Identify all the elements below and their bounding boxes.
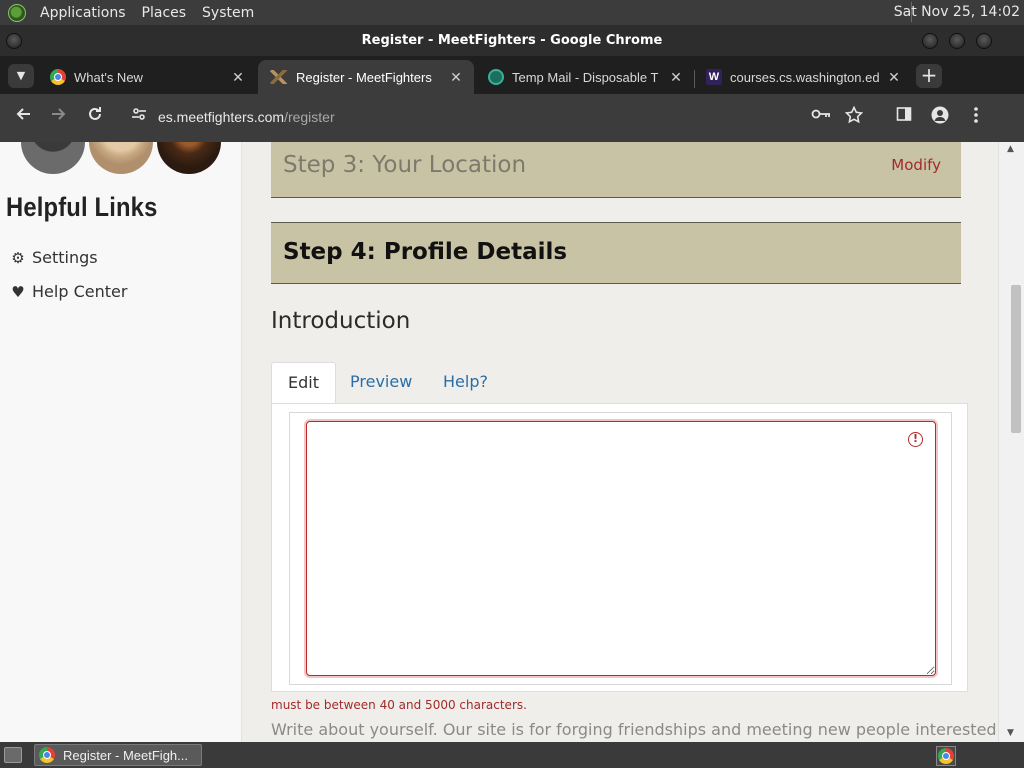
meetfighters-icon	[270, 70, 288, 84]
system-menu[interactable]: System	[194, 5, 262, 21]
error-icon: !	[908, 432, 923, 447]
arrow-right-icon	[52, 108, 66, 120]
gear-icon: ⚙	[11, 248, 25, 267]
page-viewport: Helpful Links ⚙ Settings ♥ Help Center S…	[0, 142, 998, 742]
more-vert-icon	[974, 107, 978, 123]
step-4-title: Step 4: Profile Details	[283, 239, 568, 265]
reload-button[interactable]	[84, 106, 106, 128]
introduction-textarea[interactable]	[306, 421, 936, 676]
modify-link[interactable]: Modify	[891, 156, 941, 174]
section-title: Introduction	[271, 308, 411, 334]
url-field[interactable]: es.meetfighters.com/register	[158, 109, 335, 125]
chevron-down-icon: ▼	[16, 69, 26, 82]
tab-preview[interactable]: Preview	[334, 362, 428, 404]
applications-menu[interactable]: Applications	[32, 5, 134, 21]
avatar[interactable]	[157, 142, 221, 174]
chrome-icon	[50, 69, 66, 85]
taskbar: Register - MeetFigh...	[0, 742, 1024, 768]
bookmark-button[interactable]	[843, 105, 865, 130]
key-icon	[811, 109, 830, 119]
step-3-bar: Step 3: Your Location Modify	[271, 142, 961, 198]
tab-temp-mail[interactable]: Temp Mail - Disposable T ✕	[476, 60, 694, 94]
chrome-icon	[39, 747, 55, 763]
tab-label: What's New	[74, 69, 143, 85]
tempmail-icon	[488, 69, 504, 85]
plus-icon: +	[920, 63, 938, 87]
tune-icon	[132, 108, 146, 120]
close-icon[interactable]: ✕	[668, 69, 684, 86]
step-4-bar: Step 4: Profile Details	[271, 222, 961, 284]
editor-panel: !	[271, 403, 968, 692]
chrome-icon	[938, 748, 954, 764]
tray-chrome-button[interactable]	[936, 746, 956, 766]
close-icon[interactable]: ✕	[448, 69, 464, 86]
main-content: Step 3: Your Location Modify Step 4: Pro…	[242, 142, 998, 742]
close-icon[interactable]: ✕	[886, 69, 902, 86]
scroll-up-icon[interactable]: ▲	[1007, 144, 1014, 154]
window-titlebar: Register - MeetFighters - Google Chrome	[0, 25, 1024, 56]
page-scrollbar[interactable]: ▲ ▼	[998, 142, 1024, 742]
tab-register[interactable]: Register - MeetFighters ✕	[258, 60, 474, 94]
panel-clock[interactable]: Sat Nov 25, 14:02	[894, 4, 1020, 20]
close-window-button[interactable]	[976, 33, 992, 49]
password-key-button[interactable]	[810, 106, 832, 128]
tab-washington[interactable]: W courses.cs.washington.ed ✕	[694, 60, 912, 94]
maximize-button[interactable]	[949, 33, 965, 49]
profile-button[interactable]	[929, 106, 951, 130]
new-tab-button[interactable]: +	[916, 64, 942, 88]
back-button[interactable]	[12, 106, 34, 128]
side-panel-icon	[896, 107, 912, 121]
avatar[interactable]	[21, 142, 85, 174]
browser-toolbar: es.meetfighters.com/register	[0, 94, 1024, 142]
washington-w-icon: W	[706, 69, 722, 85]
tab-label: courses.cs.washington.ed	[730, 69, 880, 85]
taskbar-chrome-window[interactable]: Register - MeetFigh...	[34, 744, 202, 766]
star-icon	[844, 105, 864, 124]
tab-label: Temp Mail - Disposable T	[512, 69, 659, 85]
close-icon[interactable]: ✕	[230, 69, 246, 86]
taskbar-task-label: Register - MeetFigh...	[63, 747, 188, 763]
editor-frame: !	[289, 412, 952, 685]
browser-menu-button[interactable]	[965, 106, 987, 130]
scroll-down-icon[interactable]: ▼	[1007, 728, 1014, 738]
scrollbar-thumb[interactable]	[1011, 285, 1021, 433]
window-title: Register - MeetFighters - Google Chrome	[361, 33, 663, 48]
avatar[interactable]	[89, 142, 153, 174]
sidebar-item-label: Settings	[32, 248, 98, 267]
minimize-button[interactable]	[922, 33, 938, 49]
forward-button[interactable]	[48, 106, 70, 128]
tab-label: Register - MeetFighters	[296, 69, 432, 85]
reload-icon	[89, 107, 101, 120]
helpful-links-heading: Helpful Links	[6, 192, 158, 222]
tab-whats-new[interactable]: What's New ✕	[38, 60, 256, 94]
sidebar-item-help-center[interactable]: ♥ Help Center	[10, 282, 127, 301]
step-3-title: Step 3: Your Location	[283, 152, 527, 178]
window-menu-button[interactable]	[6, 33, 22, 49]
places-menu[interactable]: Places	[134, 5, 195, 21]
tab-help[interactable]: Help?	[427, 362, 504, 404]
url-path: /register	[284, 109, 335, 125]
tab-strip: ▼ What's New ✕ Register - MeetFighters ✕…	[0, 56, 1024, 94]
sidebar-item-label: Help Center	[32, 282, 128, 301]
side-panel-button[interactable]	[893, 106, 915, 128]
sidebar-item-settings[interactable]: ⚙ Settings	[10, 248, 98, 267]
help-text: Write about yourself. Our site is for fo…	[271, 720, 998, 739]
error-message: must be between 40 and 5000 characters.	[271, 698, 527, 712]
site-info-button[interactable]	[128, 106, 150, 128]
tab-edit[interactable]: Edit	[271, 362, 336, 404]
gnome-foot-icon[interactable]	[8, 3, 26, 22]
tab-search-button[interactable]: ▼	[8, 64, 34, 88]
url-host: es.meetfighters.com	[158, 109, 285, 125]
show-desktop-button[interactable]	[4, 747, 22, 763]
heart-icon: ♥	[11, 282, 25, 301]
arrow-left-icon	[16, 108, 30, 120]
top-panel: Applications Places System Sat Nov 25, 1…	[0, 0, 1024, 25]
sidebar: Helpful Links ⚙ Settings ♥ Help Center	[0, 142, 242, 742]
profile-icon	[931, 106, 949, 124]
